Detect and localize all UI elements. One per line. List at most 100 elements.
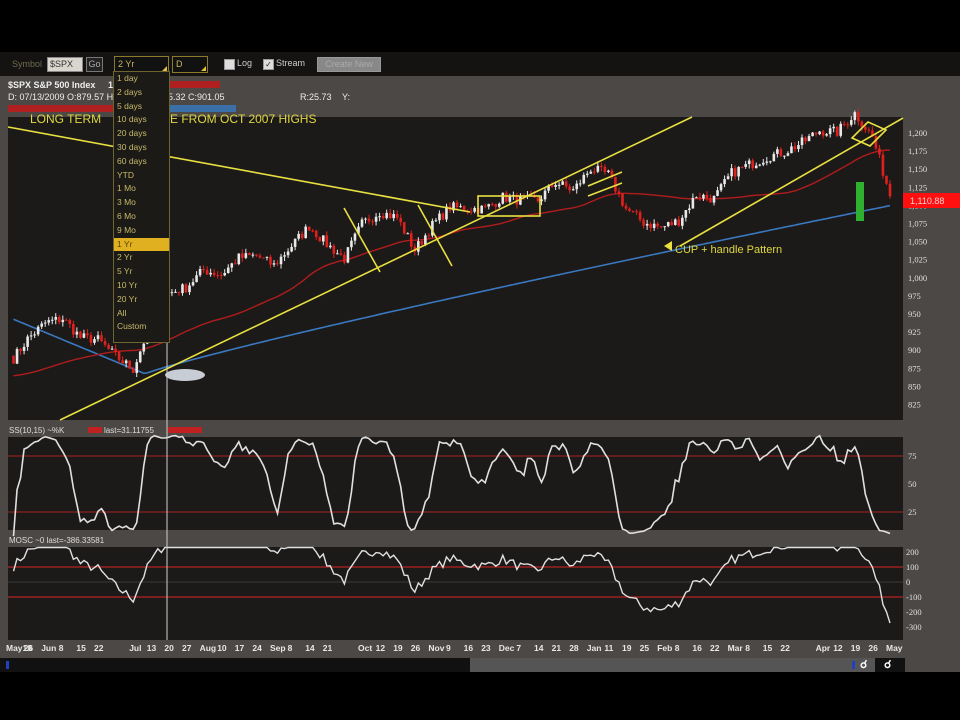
candle-down [318,237,322,242]
candle-up [480,205,483,214]
candle-up [575,183,579,190]
candle-up [191,282,195,286]
range-option[interactable]: 2 Yr [114,251,169,265]
zoom-in-icon[interactable]: ☌ [860,658,880,672]
candle-down [642,219,645,226]
ss-panel-last: last=31.11755 [104,426,154,435]
candle-up [645,223,649,226]
candle-up [223,273,227,276]
candle-down [656,223,659,227]
candle-up [96,335,100,340]
candle-up [385,212,388,219]
candle-down [621,193,624,206]
candle-up [265,256,269,258]
range-option[interactable]: 10 days [114,113,169,127]
candle-up [36,326,40,335]
range-option[interactable]: 1 Yr [114,237,169,252]
range-option[interactable]: 2 days [114,86,169,100]
candle-up [346,247,350,263]
date-tick: 14 [534,643,544,653]
zoom-out-icon[interactable]: ☌ [884,658,904,672]
candle-up [557,184,561,186]
mosc-tick: 0 [906,577,910,587]
candle-up [800,137,804,146]
date-axis: May18 26 Jun 8 15 22 Jul 13 20 27 Aug 10 17 24 Sep 8 14 2… [0,640,905,656]
ss-axis: 75 50 25 [908,451,917,517]
price-axis: 1,2001,1751,1501,1251,1001,0751,0501,025… [908,128,927,410]
candle-down [177,291,181,294]
candle-down [804,137,807,142]
date-tick: 8 [287,643,293,653]
candle-down [888,183,892,197]
candle-down [117,352,121,361]
candle-up [336,253,339,255]
candle-down [131,368,135,373]
candle-up [688,208,691,211]
candle-down [878,148,881,155]
candle-down [835,126,839,136]
candle-up [350,240,353,248]
range-option[interactable]: 10 Yr [114,279,169,293]
candle-down [490,204,494,206]
candle-up [279,256,283,265]
candle-down [698,197,702,199]
range-option[interactable]: 5 days [114,100,169,114]
annotation-trend-left: LONG TERM [30,112,101,126]
range-option[interactable]: 20 Yr [114,293,169,307]
range-option[interactable]: 3 Mo [114,196,169,210]
scrollbar-left-handle[interactable] [6,661,9,669]
candle-up [666,222,670,227]
range-option[interactable]: 60 days [114,155,169,169]
price-tick: 1,000 [908,273,927,283]
candle-down [402,222,406,234]
range-option[interactable]: 6 Mo [114,210,169,224]
candle-down [483,205,487,207]
range-option[interactable]: 1 day [114,72,169,86]
candle-up [497,203,501,207]
scrollbar-track[interactable] [470,658,875,672]
candle-down [631,210,635,212]
candle-up [508,196,512,202]
date-tick: 21 [322,643,333,653]
signal-bar [856,182,864,221]
range-option[interactable]: 5 Yr [114,265,169,279]
date-tick: 8 [674,643,680,653]
candle-up [459,206,462,208]
candle-up [226,267,230,274]
scrollbar-right-handle[interactable] [852,661,855,669]
date-tick: 27 [182,643,192,653]
range-option[interactable]: All [114,307,169,321]
range-dropdown-menu: 1 day 2 days 5 days 10 days 20 days 30 days 60… [113,71,170,343]
candle-up [124,360,128,364]
date-tick: Nov [428,643,445,653]
candle-up [33,334,36,336]
candle-down [814,132,818,135]
candle-up [730,168,733,177]
mosc-panel-title: MOSC ~0 last=-386.33581 [9,536,105,545]
range-option[interactable]: 9 Mo [114,224,169,238]
candle-up [681,217,684,226]
candle-up [761,162,765,165]
candle-down [128,360,131,369]
range-option[interactable]: Custom [114,320,169,334]
candle-up [723,179,726,185]
range-option[interactable]: 1 Mo [114,182,169,196]
candle-up [473,207,476,212]
range-option[interactable]: 20 days [114,127,169,141]
range-option[interactable]: 30 days [114,141,169,155]
candle-down [72,323,75,335]
candle-down [103,341,107,345]
candle-down [89,335,93,343]
candle-up [589,171,593,174]
candle-up [772,153,776,162]
candle-up [607,170,610,172]
candle-down [371,221,374,223]
mosc-axis: 200 100 0 -100 -200 -300 [906,547,922,632]
date-tick: Jan [586,643,602,653]
date-tick: 24 [252,643,262,653]
range-option[interactable]: YTD [114,169,169,183]
chart-scrollbar[interactable]: ☌ ☌ [0,658,905,672]
candle-up [174,291,177,293]
candle-up [663,226,667,228]
candle-up [50,319,54,321]
